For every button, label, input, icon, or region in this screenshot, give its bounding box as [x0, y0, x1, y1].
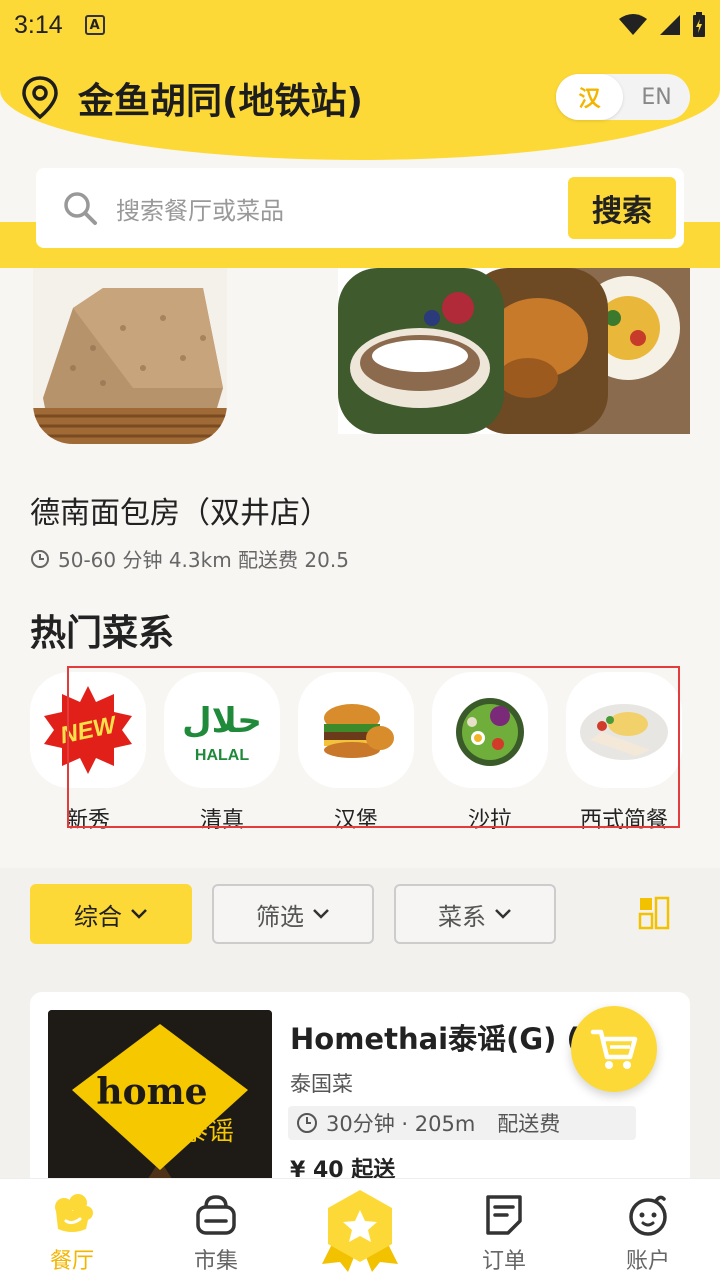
- featured-restaurant-name[interactable]: 德南面包房（双井店）: [30, 488, 330, 532]
- bread-image: [33, 268, 227, 444]
- language-toggle[interactable]: 汉 EN: [556, 74, 690, 120]
- restaurant-cuisine: 泰国菜: [290, 1072, 353, 1096]
- nav-center-star-button[interactable]: [320, 1188, 400, 1272]
- chevron-down-icon: [131, 909, 147, 919]
- shopping-cart-icon: [590, 1029, 638, 1069]
- clock-icon: [31, 549, 49, 568]
- location-title: 金鱼胡同(地铁站): [78, 81, 363, 122]
- halal-english-text: HALAL: [195, 747, 249, 764]
- lang-english-option[interactable]: EN: [623, 74, 690, 120]
- notification-icon: A: [84, 15, 105, 35]
- logo-chinese-text: 泰谣: [182, 1117, 234, 1147]
- nav-market-label: 市集: [193, 1249, 238, 1274]
- location-selector[interactable]: 金鱼胡同(地铁站): [20, 72, 363, 124]
- restaurant-icon: [50, 1193, 94, 1237]
- category-salad[interactable]: 沙拉: [432, 672, 548, 832]
- status-time: 3:14: [14, 10, 63, 39]
- burger-icon: [298, 672, 414, 788]
- nav-orders[interactable]: 订单: [432, 1179, 576, 1280]
- category-burger[interactable]: 汉堡: [298, 672, 414, 832]
- nav-orders-label: 订单: [481, 1249, 526, 1274]
- category-western[interactable]: 西式简餐: [566, 672, 682, 832]
- category-halal[interactable]: حلال HALAL 清真: [164, 672, 280, 832]
- layout-toggle-icon[interactable]: [638, 896, 670, 930]
- nav-market[interactable]: 市集: [144, 1179, 288, 1280]
- cart-button[interactable]: [571, 1006, 657, 1092]
- lang-chinese-option[interactable]: 汉: [556, 74, 623, 120]
- halal-icon: حلال HALAL: [164, 672, 280, 788]
- status-icons: [618, 12, 706, 38]
- cuisine-filter-button[interactable]: 菜系: [394, 884, 556, 944]
- category-label: 沙拉: [467, 808, 512, 832]
- category-label: 清真: [199, 808, 244, 832]
- nav-account-label: 账户: [625, 1249, 670, 1274]
- status-bar: 3:14 A: [0, 0, 720, 50]
- battery-icon: [693, 12, 705, 37]
- search-bar: 搜索餐厅或菜品 搜索: [36, 168, 684, 248]
- delivery-time-distance: 30分钟 · 205m: [326, 1112, 476, 1136]
- orders-icon: [482, 1193, 526, 1237]
- nav-account[interactable]: 账户: [576, 1179, 720, 1280]
- basket-icon: [194, 1193, 238, 1237]
- hot-cuisines-title: 热门菜系: [30, 613, 175, 654]
- category-label: 西式简餐: [579, 808, 668, 832]
- sort-button[interactable]: 综合: [30, 884, 192, 944]
- category-new[interactable]: NEW 新秀: [30, 672, 146, 832]
- salad-icon: [432, 672, 548, 788]
- restaurant-name: Homethai泰谣(G) (三: [290, 1022, 609, 1056]
- halal-arabic-text: حلال: [182, 701, 262, 741]
- featured-meta-text: 50-60 分钟 4.3km 配送费 20.5: [58, 548, 349, 572]
- cuisine-category-list: NEW 新秀 حلال HALAL 清真 汉堡 沙拉 西式简餐: [0, 672, 720, 832]
- new-badge-icon: NEW: [30, 672, 146, 788]
- chevron-down-icon: [495, 909, 511, 919]
- restaurant-delivery-info: 30分钟 · 205m 配送费: [288, 1106, 636, 1140]
- nav-restaurant[interactable]: 餐厅: [0, 1179, 144, 1280]
- signal-icon: [660, 15, 680, 35]
- account-icon: [626, 1193, 670, 1237]
- delivery-fee-label: 配送费: [497, 1112, 561, 1136]
- nav-restaurant-label: 餐厅: [49, 1249, 94, 1274]
- category-label: 汉堡: [333, 808, 378, 832]
- wifi-icon: [619, 14, 647, 35]
- search-icon: [64, 192, 97, 225]
- search-button[interactable]: 搜索: [568, 177, 676, 239]
- filter-label: 筛选: [256, 902, 304, 931]
- location-pin-icon: [22, 76, 58, 120]
- food-collage-image: [338, 268, 690, 434]
- featured-banner[interactable]: [0, 268, 720, 448]
- filter-button[interactable]: 筛选: [212, 884, 374, 944]
- clock-icon: [297, 1113, 317, 1133]
- chevron-down-icon: [313, 909, 329, 919]
- logo-text: home: [96, 1071, 207, 1113]
- category-label: 新秀: [65, 808, 110, 832]
- western-meal-icon: [566, 672, 682, 788]
- sort-label: 综合: [74, 902, 122, 931]
- featured-restaurant-meta: 50-60 分钟 4.3km 配送费 20.5: [30, 544, 349, 573]
- search-input[interactable]: 搜索餐厅或菜品: [116, 191, 568, 226]
- cuisine-filter-label: 菜系: [438, 902, 486, 931]
